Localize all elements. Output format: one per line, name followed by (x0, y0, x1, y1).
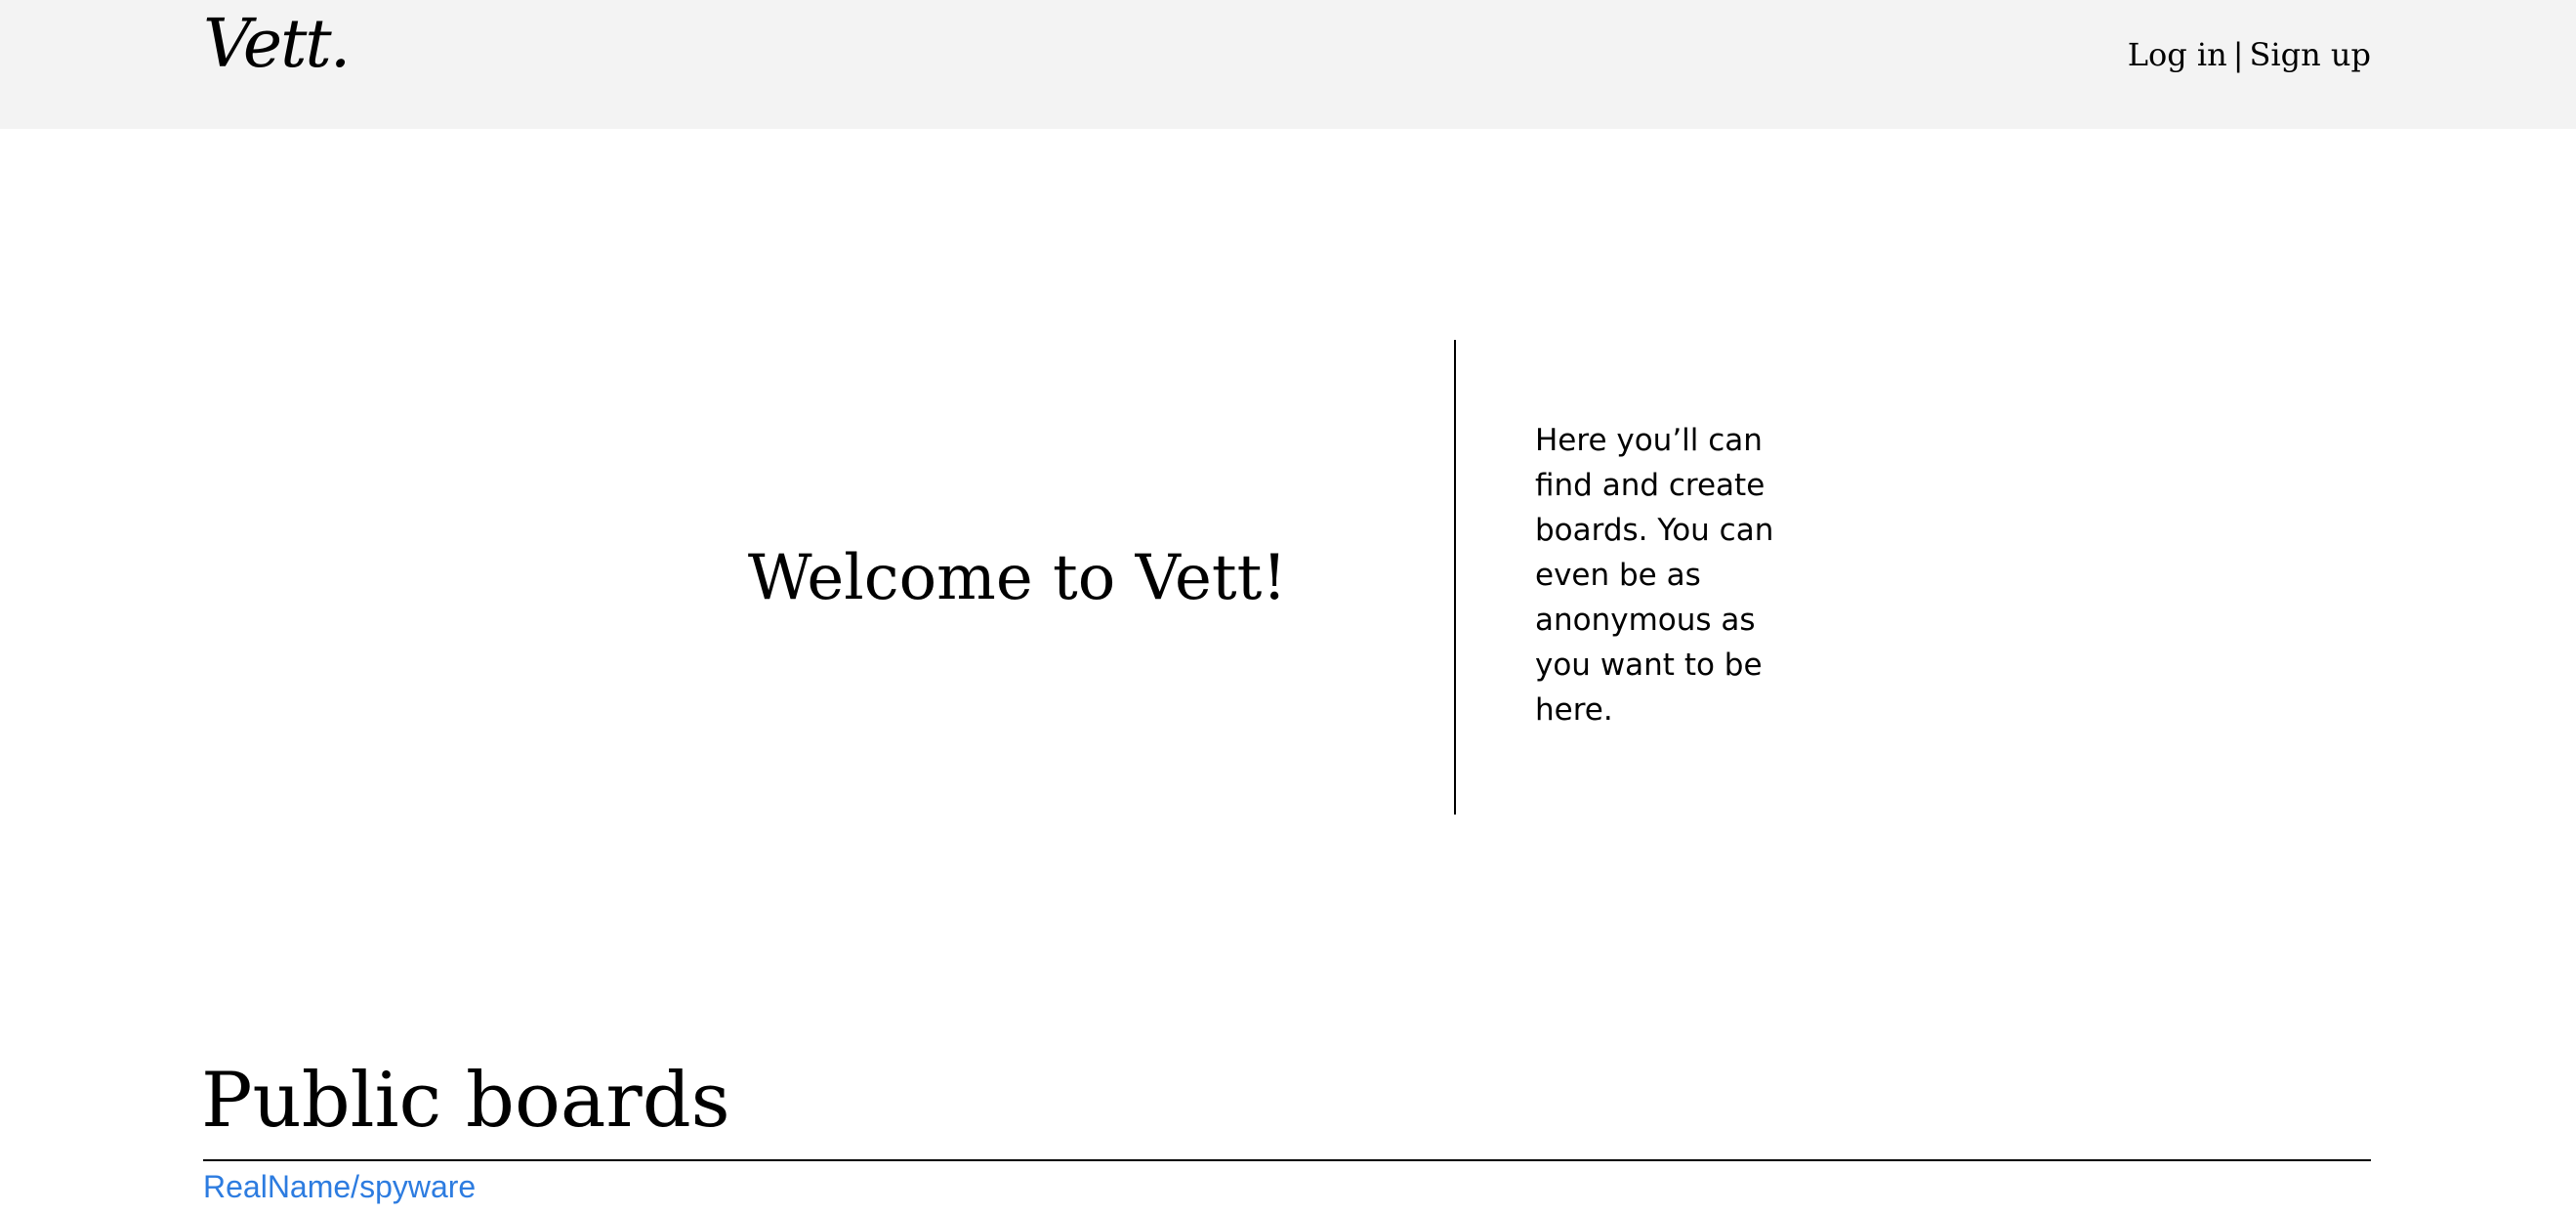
board-link[interactable]: RealName/spyware (203, 1168, 476, 1205)
public-boards-title: Public boards (201, 1057, 730, 1145)
public-boards-rule (203, 1159, 2371, 1161)
top-navbar: Vett. Log in | Sign up (0, 0, 2576, 129)
login-link[interactable]: Log in (2128, 36, 2227, 73)
site-logo[interactable]: Vett. (203, 12, 351, 78)
hero-description: Here you’ll can find and create boards. … (1535, 423, 1774, 728)
hero-divider (1454, 340, 1456, 815)
auth-links: Log in | Sign up (2128, 39, 2371, 70)
hero-title: Welcome to Vett! (747, 542, 1287, 614)
auth-separator: | (2232, 36, 2244, 73)
signup-link[interactable]: Sign up (2249, 36, 2371, 73)
